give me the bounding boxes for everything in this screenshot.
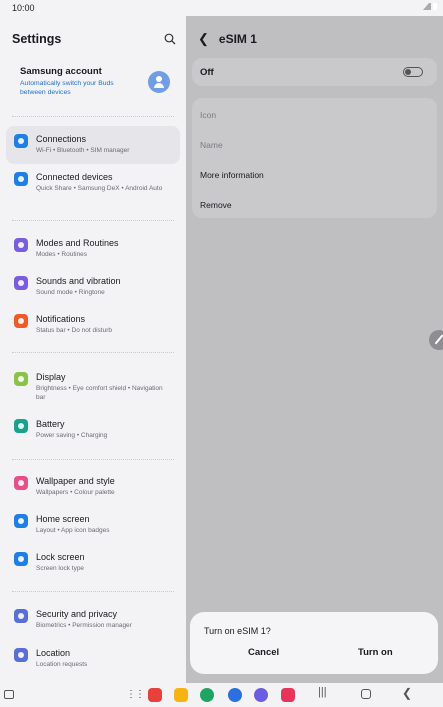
divider	[12, 352, 174, 353]
app-internet-icon[interactable]	[254, 688, 268, 702]
item-title: Lock screen	[36, 552, 85, 562]
keyboard-icon[interactable]	[4, 690, 14, 699]
recents-icon[interactable]: |||	[318, 686, 332, 700]
detail-title: eSIM 1	[218, 32, 257, 46]
settings-item-connections[interactable]: Connections Wi-Fi • Bluetooth • SIM manag…	[6, 126, 180, 164]
turn-on-esim-dialog: Turn on eSIM 1? Cancel Turn on	[190, 612, 438, 674]
devices-icon	[14, 172, 28, 186]
routines-icon	[14, 238, 28, 252]
item-subtitle: Power saving • Charging	[36, 432, 108, 439]
search-icon[interactable]	[164, 33, 176, 45]
display-icon	[14, 372, 28, 386]
notifications-icon	[14, 314, 28, 328]
system-icons	[423, 3, 437, 10]
item-subtitle: Wi-Fi • Bluetooth • SIM manager	[36, 147, 130, 154]
row-name: Name	[200, 140, 223, 150]
item-title: Wallpaper and style	[36, 476, 115, 486]
row-more-information[interactable]: More information	[200, 170, 264, 180]
dialog-question: Turn on eSIM 1?	[204, 626, 271, 636]
item-subtitle: Wallpapers • Colour palette	[36, 489, 115, 496]
settings-item-security[interactable]: Security and privacy Biometrics • Permiss…	[6, 609, 180, 630]
item-subtitle: Quick Share • Samsung DeX • Android Auto	[36, 185, 163, 192]
settings-pane: Settings Samsung account Automatically s…	[0, 16, 186, 683]
lock-icon	[14, 552, 28, 566]
item-subtitle: Sound mode • Ringtone	[36, 289, 105, 296]
status-bar: 10:00	[0, 0, 443, 16]
item-title: Security and privacy	[36, 609, 118, 619]
samsung-account[interactable]: Samsung account Automatically switch you…	[6, 60, 180, 112]
item-title: Location	[36, 648, 71, 658]
detail-header: ❮ eSIM 1	[198, 31, 257, 47]
settings-item-home-screen[interactable]: Home screen Layout • App icon badges	[6, 514, 180, 535]
esim-switch-card[interactable]: Off	[192, 58, 437, 86]
item-title: Connected devices	[36, 172, 113, 182]
location-icon	[14, 648, 28, 662]
row-remove[interactable]: Remove	[200, 200, 232, 210]
settings-item-battery[interactable]: Battery Power saving • Charging	[6, 419, 180, 440]
settings-item-connected-devices[interactable]: Connected devices Quick Share • Samsung D…	[6, 172, 180, 193]
item-title: Display	[36, 372, 66, 382]
page-title: Settings	[12, 32, 62, 46]
back-arrow-icon[interactable]: ❮	[198, 31, 209, 47]
settings-item-lock-screen[interactable]: Lock screen Screen lock type	[6, 552, 180, 573]
home-screen-icon	[14, 514, 28, 528]
row-icon: Icon	[200, 110, 217, 120]
esim-detail-pane: ❮ eSIM 1 Off Icon Name More information …	[186, 16, 443, 683]
back-nav-icon[interactable]: ❮	[402, 686, 416, 700]
item-title: Sounds and vibration	[36, 276, 121, 286]
item-subtitle: Layout • App icon badges	[36, 527, 110, 534]
edit-pencil-icon[interactable]	[429, 330, 443, 350]
app-camera-icon[interactable]	[281, 688, 295, 702]
item-subtitle: Status bar • Do not disturb	[36, 327, 112, 334]
status-time: 10:00	[12, 3, 35, 13]
settings-item-wallpaper[interactable]: Wallpaper and style Wallpapers • Colour p…	[6, 476, 180, 497]
signal-icon	[423, 3, 431, 10]
item-subtitle: Brightness • Eye comfort shield • Naviga…	[36, 385, 163, 401]
wifi-icon	[14, 134, 28, 148]
shield-icon	[14, 609, 28, 623]
divider	[12, 591, 174, 592]
item-subtitle: Modes • Routines	[36, 251, 88, 258]
battery-icon	[14, 419, 28, 433]
battery-status-icon	[433, 3, 437, 10]
divider	[12, 459, 174, 460]
item-subtitle: Screen lock type	[36, 565, 85, 572]
settings-item-modes-routines[interactable]: Modes and Routines Modes • Routines	[6, 238, 180, 259]
esim-toggle[interactable]	[403, 67, 423, 77]
divider	[12, 116, 174, 117]
apps-grid-icon[interactable]: ⋮⋮⋮	[126, 689, 154, 703]
account-subtitle: Automatically switch your Buds between d…	[20, 80, 114, 96]
app-messages-icon[interactable]	[228, 688, 242, 702]
item-title: Home screen	[36, 514, 90, 524]
switch-label: Off	[200, 67, 214, 78]
cancel-button[interactable]: Cancel	[248, 647, 279, 658]
avatar	[148, 71, 170, 93]
item-subtitle: Biometrics • Permission manager	[36, 622, 132, 629]
item-subtitle: Location requests	[36, 661, 88, 668]
item-title: Notifications	[36, 314, 86, 324]
app-red-icon[interactable]	[148, 688, 162, 702]
home-icon[interactable]	[361, 689, 371, 699]
esim-options-card: Icon Name More information Remove	[192, 98, 437, 218]
sound-icon	[14, 276, 28, 290]
settings-item-sounds[interactable]: Sounds and vibration Sound mode • Rington…	[6, 276, 180, 297]
item-title: Battery	[36, 419, 65, 429]
settings-item-display[interactable]: Display Brightness • Eye comfort shield •…	[6, 372, 180, 402]
turn-on-button[interactable]: Turn on	[358, 647, 393, 658]
item-title: Modes and Routines	[36, 238, 119, 248]
divider	[12, 220, 174, 221]
wallpaper-icon	[14, 476, 28, 490]
app-folder-icon[interactable]	[174, 688, 188, 702]
item-title: Connections	[36, 134, 87, 144]
settings-header: Settings	[12, 32, 176, 52]
app-phone-icon[interactable]	[200, 688, 214, 702]
settings-item-location[interactable]: Location Location requests	[6, 648, 180, 669]
settings-item-notifications[interactable]: Notifications Status bar • Do not disturb	[6, 314, 180, 335]
account-name: Samsung account	[20, 66, 102, 77]
navigation-bar: ⋮⋮⋮ ||| ❮	[0, 683, 443, 707]
